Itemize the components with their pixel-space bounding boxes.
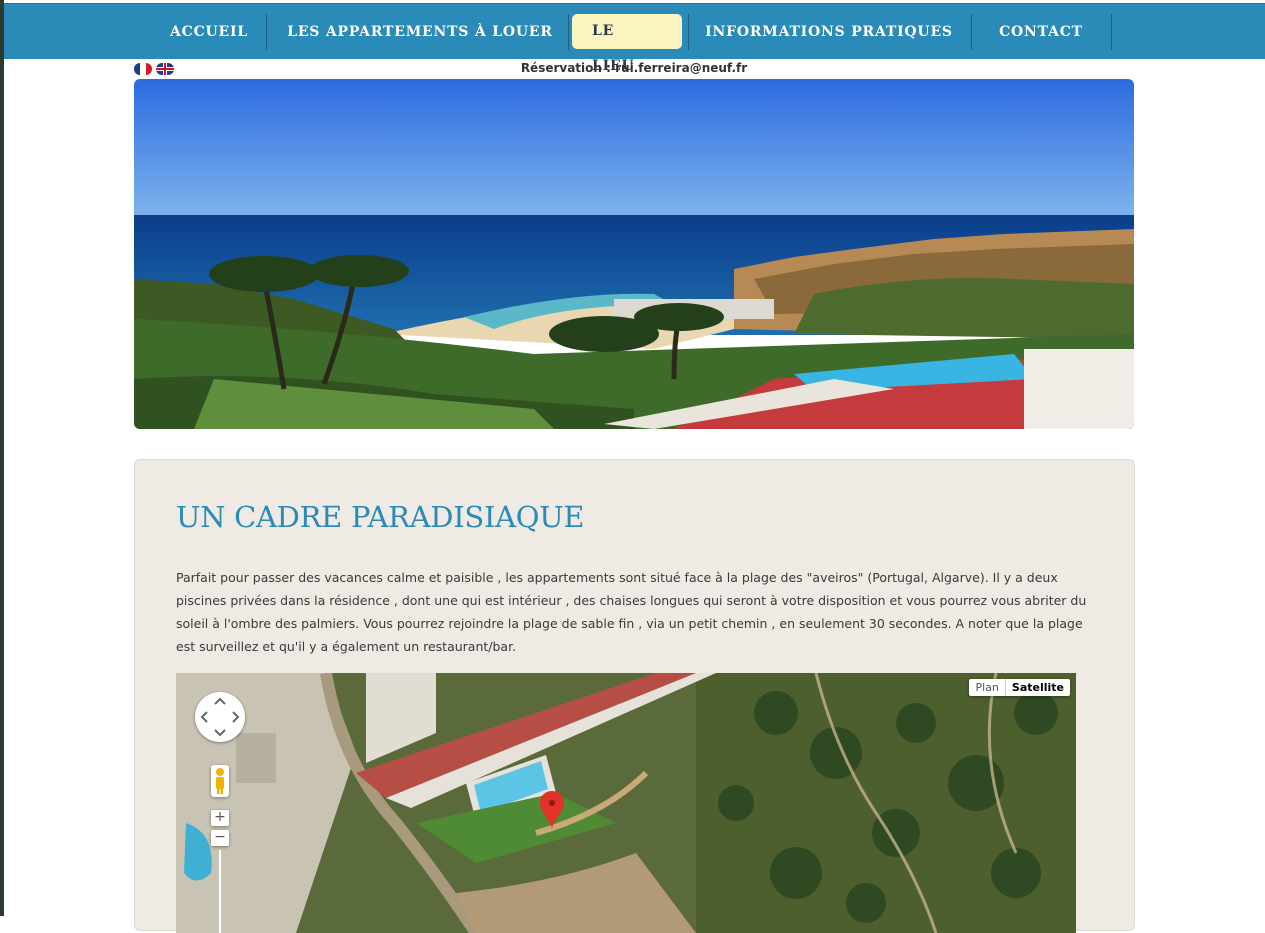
main-nav: ACCUEIL LES APPARTEMENTS À LOUER LE LIEU… (4, 3, 1265, 74)
nav-divider (568, 14, 569, 50)
zoom-slider-track[interactable] (219, 850, 221, 933)
content-panel: UN CADRE PARADISIAQUE Parfait pour passe… (134, 459, 1135, 933)
nav-item-label: LE LIEU (572, 14, 682, 74)
map-type-control: Plan Satellite (969, 679, 1070, 696)
nav-divider (1111, 14, 1112, 50)
nav-item-appartements[interactable]: LES APPARTEMENTS À LOUER (280, 4, 560, 59)
nav-item-label: CONTACT (999, 23, 1083, 40)
nav-item-label: LES APPARTEMENTS À LOUER (287, 23, 553, 40)
nav-item-contact[interactable]: CONTACT (976, 4, 1106, 59)
pan-arrows-icon (200, 697, 240, 737)
nav-item-label: ACCUEIL (169, 23, 249, 40)
hero-image (134, 79, 1134, 429)
browser-edge (0, 0, 4, 916)
section-title: UN CADRE PARADISIAQUE (176, 500, 585, 534)
section-description: Parfait pour passer des vacances calme e… (176, 570, 1087, 654)
nav-divider (266, 14, 267, 50)
nav-item-le-lieu[interactable]: LE LIEU (572, 4, 682, 74)
satellite-map[interactable]: Plan Satellite + − (176, 673, 1076, 933)
zoom-control: + − (211, 810, 229, 933)
pegman-icon[interactable] (211, 765, 229, 797)
reservation-contact: Réservation : rui.ferreira@neuf.fr (520, 61, 748, 75)
zoom-in-button[interactable]: + (211, 810, 229, 826)
map-type-satellite-button[interactable]: Satellite (1006, 679, 1070, 696)
zoom-out-button[interactable]: − (211, 830, 229, 846)
nav-divider (971, 14, 972, 50)
map-type-plan-button[interactable]: Plan (969, 679, 1006, 696)
nav-divider (688, 14, 689, 50)
nav-item-informations[interactable]: INFORMATIONS PRATIQUES (694, 4, 964, 59)
nav-item-label: INFORMATIONS PRATIQUES (705, 23, 953, 40)
nav-item-accueil[interactable]: ACCUEIL (144, 4, 274, 59)
pan-control[interactable] (195, 692, 245, 742)
